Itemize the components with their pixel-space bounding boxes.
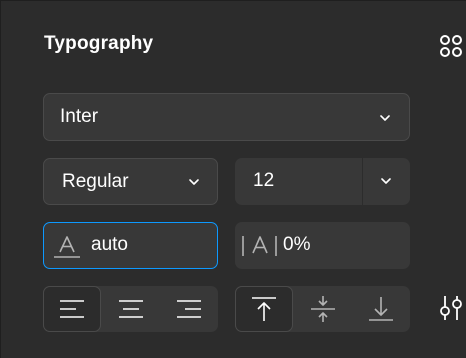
type-settings-icon[interactable] (438, 295, 464, 321)
letter-spacing-icon (242, 236, 277, 256)
align-right-button[interactable] (160, 286, 218, 332)
align-left-button[interactable] (43, 286, 101, 332)
align-middle-button[interactable] (293, 286, 352, 332)
font-size-dropdown-chevron-icon[interactable] (380, 175, 392, 187)
section-title: Typography (44, 33, 154, 54)
align-top-button[interactable] (235, 286, 293, 332)
align-bottom-button[interactable] (352, 286, 410, 332)
align-left-icon (60, 300, 84, 318)
line-height-icon (54, 236, 80, 258)
chevron-down-icon (380, 115, 390, 121)
font-style-value: Regular (62, 171, 129, 192)
align-center-button[interactable] (101, 286, 160, 332)
align-top-icon (252, 297, 276, 321)
line-height-input[interactable]: auto (43, 222, 218, 269)
line-height-value[interactable]: auto (91, 234, 128, 256)
font-family-value: Inter (60, 106, 99, 127)
vertical-align-control (235, 286, 410, 332)
letter-spacing-value[interactable]: 0% (283, 234, 310, 256)
font-style-dropdown[interactable]: Regular (43, 158, 218, 205)
font-size-value[interactable]: 12 (253, 170, 274, 192)
text-styles-icon[interactable] (439, 34, 463, 58)
align-middle-icon (310, 296, 335, 322)
align-center-icon (118, 300, 143, 318)
font-size-field[interactable]: 12 (235, 158, 410, 205)
align-right-icon (177, 300, 201, 318)
text-align-control (43, 286, 218, 332)
chevron-down-icon (189, 179, 199, 185)
typography-panel: Typography Inter Regular 12 auto 0% (0, 0, 466, 358)
letter-spacing-input[interactable]: 0% (235, 222, 410, 269)
align-bottom-icon (369, 297, 393, 321)
font-family-dropdown[interactable]: Inter (43, 93, 410, 141)
font-size-divider (362, 158, 363, 205)
